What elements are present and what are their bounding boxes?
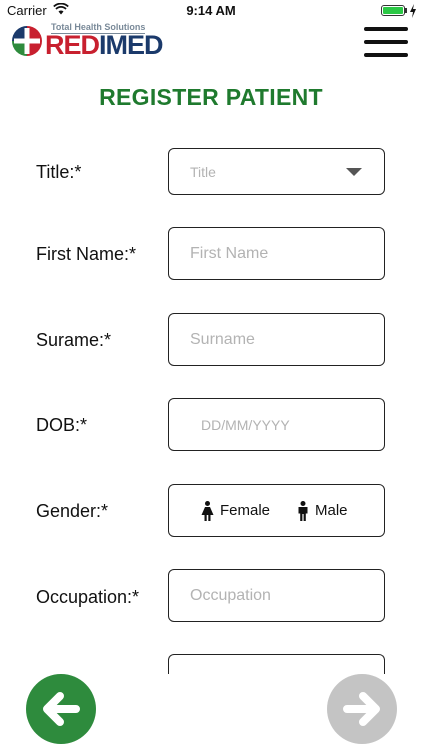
surname-label: Surame:* xyxy=(36,330,112,350)
brand-logo: Total Health Solutions REDIMED xyxy=(11,22,191,62)
back-button[interactable] xyxy=(26,674,96,744)
first-name-input[interactable]: First Name xyxy=(168,227,385,280)
title-dropdown[interactable]: Title xyxy=(168,148,385,195)
occupation-placeholder: Occupation xyxy=(190,586,271,604)
charging-bolt-icon xyxy=(410,4,416,18)
gender-option-female[interactable]: Female xyxy=(201,485,270,536)
surname-input[interactable]: Surname xyxy=(168,313,385,366)
male-icon xyxy=(298,500,308,521)
arrow-right-icon xyxy=(343,692,380,726)
gender-selector: Female Male xyxy=(168,484,385,537)
female-icon xyxy=(201,500,214,521)
arrow-left-icon xyxy=(43,692,80,726)
next-field-input[interactable] xyxy=(168,654,385,674)
surname-placeholder: Surname xyxy=(190,330,255,348)
brand-name: REDIMED xyxy=(45,30,164,60)
brand-name-red: RED xyxy=(45,30,100,60)
hamburger-menu-icon[interactable] xyxy=(364,27,408,59)
gender-label: Gender:* xyxy=(36,501,109,521)
battery-icon xyxy=(381,5,405,16)
battery-tip xyxy=(405,8,407,13)
occupation-label: Occupation:* xyxy=(36,587,140,607)
page-title: REGISTER PATIENT xyxy=(99,84,323,110)
first-name-placeholder: First Name xyxy=(190,244,269,262)
dob-label: DOB:* xyxy=(36,415,88,435)
title-label: Title:* xyxy=(36,162,82,182)
status-time: 9:14 AM xyxy=(186,3,236,18)
brand-name-navy: IMED xyxy=(99,30,163,60)
chevron-down-icon xyxy=(346,168,362,176)
medical-cross-logo-icon xyxy=(12,26,42,56)
first-name-label: First Name:* xyxy=(36,244,137,264)
dob-input[interactable]: DD/MM/YYYY xyxy=(168,398,385,451)
female-label: Female xyxy=(220,502,271,519)
gender-option-male[interactable]: Male xyxy=(297,485,348,536)
next-button[interactable] xyxy=(327,674,397,744)
title-placeholder: Title xyxy=(190,163,216,180)
status-bar: Carrier 9:14 AM xyxy=(0,0,422,22)
dob-placeholder: DD/MM/YYYY xyxy=(201,416,290,433)
male-label: Male xyxy=(315,502,348,519)
occupation-input[interactable]: Occupation xyxy=(168,569,385,622)
